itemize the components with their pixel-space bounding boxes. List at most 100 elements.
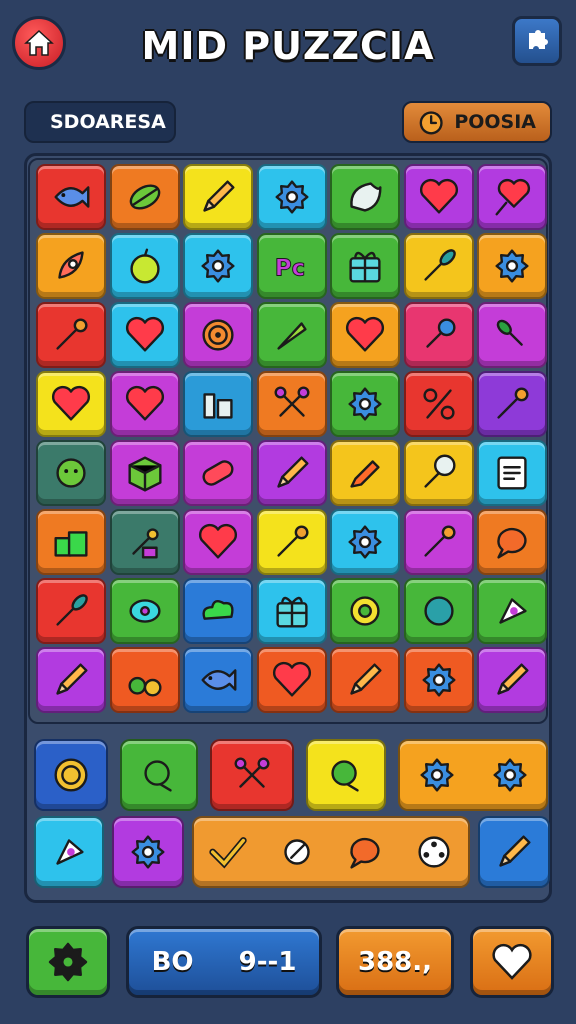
pin-icon: [497, 387, 529, 419]
tile-r5-c5[interactable]: [330, 440, 400, 506]
gear-icon: [131, 835, 165, 869]
level-panel[interactable]: BO 9--1: [126, 926, 322, 998]
tile-r4-c6[interactable]: [403, 371, 474, 437]
tile-r3-c3[interactable]: [183, 302, 253, 368]
pencil-icon: [350, 663, 382, 695]
fish-icon: [201, 669, 237, 691]
tile-r8-c6[interactable]: [403, 647, 474, 713]
tile-r8-c3[interactable]: [183, 647, 253, 713]
tile-r1-c4[interactable]: [256, 164, 327, 230]
tile-r7-c3[interactable]: [183, 578, 253, 644]
timer-icon: [419, 111, 443, 135]
tile-r6-c4[interactable]: [256, 509, 327, 575]
tile-r4-c4[interactable]: [256, 371, 327, 437]
tile-r5-c1[interactable]: [36, 440, 106, 506]
heart-icon: [198, 523, 238, 559]
tile-r5-c3[interactable]: [183, 440, 253, 506]
percent-icon: [422, 388, 455, 420]
tile-r6-c6[interactable]: [403, 509, 474, 575]
apple-icon: [129, 248, 160, 284]
spiral-icon: [202, 319, 234, 351]
points-pill[interactable]: POOSIA: [402, 101, 552, 143]
tile-r2-c5[interactable]: [330, 233, 400, 299]
heart-icon: [125, 385, 164, 421]
tile-grid: Pc: [36, 164, 547, 713]
tile-r2-c6[interactable]: [403, 233, 474, 299]
score-panel[interactable]: 388.,: [336, 926, 454, 998]
tile-r1-c5[interactable]: [330, 164, 400, 230]
tile-r6-c7[interactable]: [477, 509, 547, 575]
settings-button[interactable]: [512, 16, 562, 66]
tile-r7-c1[interactable]: [36, 578, 106, 644]
tile-r7-c7[interactable]: [477, 578, 547, 644]
tile-r3-c2[interactable]: [109, 302, 180, 368]
settings-gear-button[interactable]: [26, 926, 110, 998]
tile-r8-c5[interactable]: [330, 647, 400, 713]
letters-icon: Pc: [274, 255, 305, 282]
tray-row2-piece-1[interactable]: [34, 816, 104, 888]
tile-r4-c2[interactable]: [109, 371, 180, 437]
tile-r6-c2[interactable]: [109, 509, 180, 575]
tile-r2-c7[interactable]: [477, 233, 547, 299]
tile-r4-c3[interactable]: [183, 371, 253, 437]
tile-r2-c1[interactable]: [36, 233, 106, 299]
tray-row1-piece-2[interactable]: [120, 739, 198, 811]
leaf-icon: [129, 184, 160, 210]
scissors-icon: [274, 386, 309, 417]
tray-row2-piece-2[interactable]: [112, 816, 184, 888]
tray-row1-piece-5[interactable]: [398, 739, 548, 811]
tile-r2-c2[interactable]: [109, 233, 180, 299]
tray-row1-piece-3[interactable]: [210, 739, 294, 811]
tile-r1-c1[interactable]: [36, 164, 106, 230]
tile-r3-c7[interactable]: [477, 302, 547, 368]
tile-r4-c1[interactable]: [36, 371, 106, 437]
tile-r3-c6[interactable]: [403, 302, 474, 368]
tile-r1-c7[interactable]: [477, 164, 547, 230]
bubble-icon: [350, 837, 380, 869]
tile-r4-c5[interactable]: [330, 371, 400, 437]
tile-r8-c2[interactable]: [109, 647, 180, 713]
tile-r6-c5[interactable]: [330, 509, 400, 575]
tile-r8-c4[interactable]: [256, 647, 327, 713]
document-icon: [497, 456, 527, 490]
tray-row-1: [34, 739, 548, 811]
tile-r6-c3[interactable]: [183, 509, 253, 575]
tile-r2-c3[interactable]: [183, 233, 253, 299]
gear-icon: [421, 663, 456, 697]
tile-r7-c5[interactable]: [330, 578, 400, 644]
tile-r3-c1[interactable]: [36, 302, 106, 368]
tray-row1-piece-4[interactable]: [306, 739, 386, 811]
gear-icon: [348, 525, 382, 559]
favorite-button[interactable]: [470, 926, 554, 998]
score-pill[interactable]: SDOARESA: [24, 101, 176, 143]
tile-r1-c2[interactable]: [109, 164, 180, 230]
tray-row2-piece-3[interactable]: [192, 816, 470, 888]
tile-r1-c3[interactable]: [183, 164, 253, 230]
tile-r8-c1[interactable]: [36, 647, 106, 713]
tile-r5-c6[interactable]: [403, 440, 474, 506]
crayon-icon: [350, 460, 380, 488]
tile-r5-c4[interactable]: [256, 440, 327, 506]
tile-r7-c6[interactable]: [403, 578, 474, 644]
check-icon: [209, 837, 247, 869]
pencil-icon: [497, 663, 529, 695]
tile-r4-c7[interactable]: [477, 371, 547, 437]
tile-r3-c4[interactable]: [256, 302, 327, 368]
tile-r3-c5[interactable]: [330, 302, 400, 368]
blocks-icon: [54, 531, 88, 557]
tile-r5-c2[interactable]: [109, 440, 180, 506]
tile-r2-c4[interactable]: Pc: [256, 233, 327, 299]
gear-icon: [419, 758, 454, 792]
tile-r7-c2[interactable]: [109, 578, 180, 644]
tray-row2-piece-4[interactable]: [478, 816, 550, 888]
tile-r1-c6[interactable]: [403, 164, 474, 230]
tools-icon: [203, 393, 233, 419]
pushpin-icon: [423, 454, 456, 488]
svg-text:Pc: Pc: [274, 256, 305, 282]
tile-r5-c7[interactable]: [477, 440, 547, 506]
tile-r6-c1[interactable]: [36, 509, 106, 575]
tile-r8-c7[interactable]: [477, 647, 547, 713]
tray-row1-piece-1[interactable]: [34, 739, 108, 811]
tile-r7-c4[interactable]: [256, 578, 327, 644]
pin-icon: [423, 525, 456, 557]
